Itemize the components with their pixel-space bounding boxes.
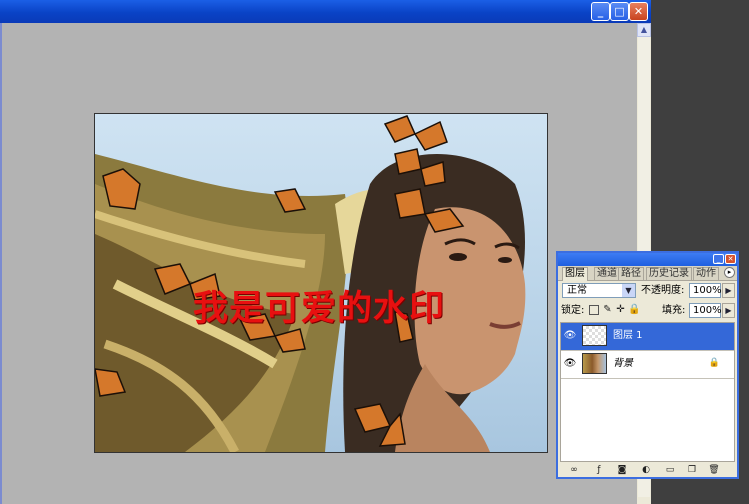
opacity-slider-button[interactable]: ▶: [722, 283, 735, 298]
trash-icon[interactable]: 🗑: [708, 464, 720, 476]
tab-channels[interactable]: 通道: [594, 267, 620, 280]
document-image[interactable]: 我是可爱的水印: [94, 113, 548, 453]
tab-history[interactable]: 历史记录: [646, 267, 692, 280]
watermark-text: 我是可爱的水印: [193, 288, 446, 329]
fill-label: 填充:: [662, 305, 686, 316]
document-window: _ □ ✕ ▲ 我是可爱的水印: [0, 0, 651, 504]
panel-bottom-toolbar: ∞ ƒ ◙ ◐ ▭ ❐ 🗑: [558, 463, 737, 477]
lock-icon: 🔒: [708, 358, 720, 368]
lock-fill-row: 锁定: ✎ ✛ 🔒 填充: 100% ▶: [558, 302, 737, 319]
blend-opacity-row: 正常 ▼ 不透明度: 100% ▶: [558, 282, 737, 299]
panel-close-button[interactable]: ✕: [725, 254, 736, 264]
link-icon[interactable]: ∞: [568, 464, 580, 476]
lock-label: 锁定:: [561, 305, 585, 316]
fill-input[interactable]: 100%: [689, 303, 722, 318]
mask-icon[interactable]: ◙: [616, 464, 628, 476]
tab-actions[interactable]: 动作: [693, 267, 719, 280]
panel-tabs: 图层 通道 路径 历史记录 动作 ▸: [558, 266, 737, 281]
layer-name: 图层 1: [613, 330, 643, 341]
eye-icon[interactable]: 👁: [563, 329, 577, 343]
tab-layers[interactable]: 图层: [562, 267, 588, 281]
layer-thumbnail: [582, 325, 607, 346]
document-titlebar[interactable]: _ □ ✕: [0, 0, 651, 23]
chevron-down-icon: ▼: [622, 284, 635, 297]
minimize-button[interactable]: _: [591, 2, 610, 21]
blend-mode-value: 正常: [567, 285, 587, 296]
layer-list: 👁 图层 1 👁 背景 🔒: [560, 322, 735, 462]
new-layer-icon[interactable]: ❐: [686, 464, 698, 476]
eye-icon[interactable]: 👁: [563, 357, 577, 371]
lock-position-icon[interactable]: ✛: [615, 304, 626, 315]
blend-mode-select[interactable]: 正常 ▼: [562, 283, 636, 298]
lock-transparent-icon[interactable]: [589, 305, 599, 315]
opacity-label: 不透明度:: [641, 285, 685, 296]
lock-all-icon[interactable]: 🔒: [628, 304, 640, 315]
lock-image-icon[interactable]: ✎: [602, 304, 613, 315]
layer-row-layer-1[interactable]: 👁 图层 1: [561, 323, 734, 351]
group-icon[interactable]: ▭: [664, 464, 676, 476]
opacity-input[interactable]: 100%: [689, 283, 722, 298]
fill-slider-button[interactable]: ▶: [722, 303, 735, 318]
scroll-up-arrow-icon[interactable]: ▲: [637, 23, 651, 37]
close-button[interactable]: ✕: [629, 2, 648, 21]
tab-paths[interactable]: 路径: [618, 267, 644, 280]
panel-minimize-button[interactable]: _: [713, 254, 724, 264]
layer-name: 背景: [613, 358, 633, 369]
panel-menu-icon[interactable]: ▸: [724, 267, 735, 278]
layers-panel: _ ✕ 图层 通道 路径 历史记录 动作 ▸ 正常 ▼ 不透明度: 100% ▶…: [556, 251, 739, 479]
panel-titlebar[interactable]: _ ✕: [558, 253, 737, 266]
layer-style-icon[interactable]: ƒ: [593, 464, 605, 476]
adjustment-icon[interactable]: ◐: [640, 464, 652, 476]
maximize-button[interactable]: □: [610, 2, 629, 21]
layer-row-background[interactable]: 👁 背景 🔒: [561, 351, 734, 379]
layer-thumbnail: [582, 353, 607, 374]
